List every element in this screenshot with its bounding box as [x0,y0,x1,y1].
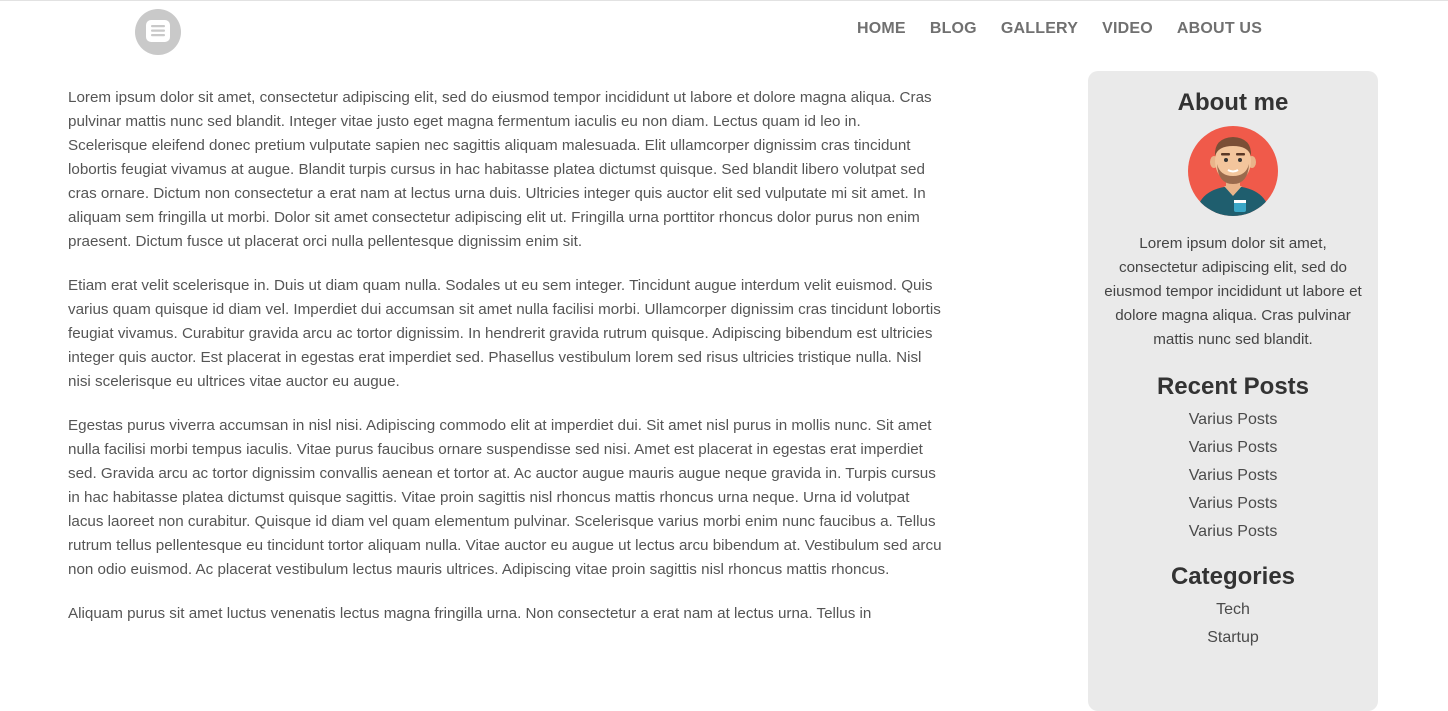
nav-gallery[interactable]: GALLERY [1001,19,1078,39]
about-text: Lorem ipsum dolor sit amet, consectetur … [1104,235,1362,348]
main-nav: HOME BLOG GALLERY VIDEO ABOUT US [857,19,1286,39]
chat-bubble-icon [146,20,170,42]
recent-post-link[interactable]: Varius Posts [1088,518,1378,546]
top-border [0,0,1448,1]
recent-post-link[interactable]: Varius Posts [1088,434,1378,462]
recent-posts-list: Varius Posts Varius Posts Varius Posts V… [1088,406,1378,546]
nav-blog[interactable]: BLOG [930,19,977,39]
nav-video[interactable]: VIDEO [1102,19,1153,39]
article-body: Lorem ipsum dolor sit amet, consectetur … [68,86,942,646]
about-title: About me [1177,89,1289,116]
logo[interactable] [135,9,181,55]
recent-post-link[interactable]: Varius Posts [1088,406,1378,434]
nav-home[interactable]: HOME [857,19,906,39]
article-paragraph: Egestas purus viverra accumsan in nisl n… [68,417,942,578]
article-paragraph: Etiam erat velit scelerisque in. Duis ut… [68,277,941,390]
article-paragraph: Aliquam purus sit amet luctus venenatis … [68,605,872,622]
user-avatar-icon [1188,126,1278,216]
sidebar: About me Lorem ipsum dolor sit amet, con… [1088,71,1378,711]
nav-about-us[interactable]: ABOUT US [1177,19,1262,39]
category-link-tech[interactable]: Tech [1088,596,1378,624]
recent-post-link[interactable]: Varius Posts [1088,490,1378,518]
article-paragraph: Lorem ipsum dolor sit amet, consectetur … [68,89,932,250]
category-link-startup[interactable]: Startup [1088,624,1378,652]
recent-post-link[interactable]: Varius Posts [1088,462,1378,490]
categories-title: Categories [1170,563,1296,590]
categories-list: Tech Startup [1088,596,1378,652]
recent-posts-title: Recent Posts [1156,373,1310,400]
